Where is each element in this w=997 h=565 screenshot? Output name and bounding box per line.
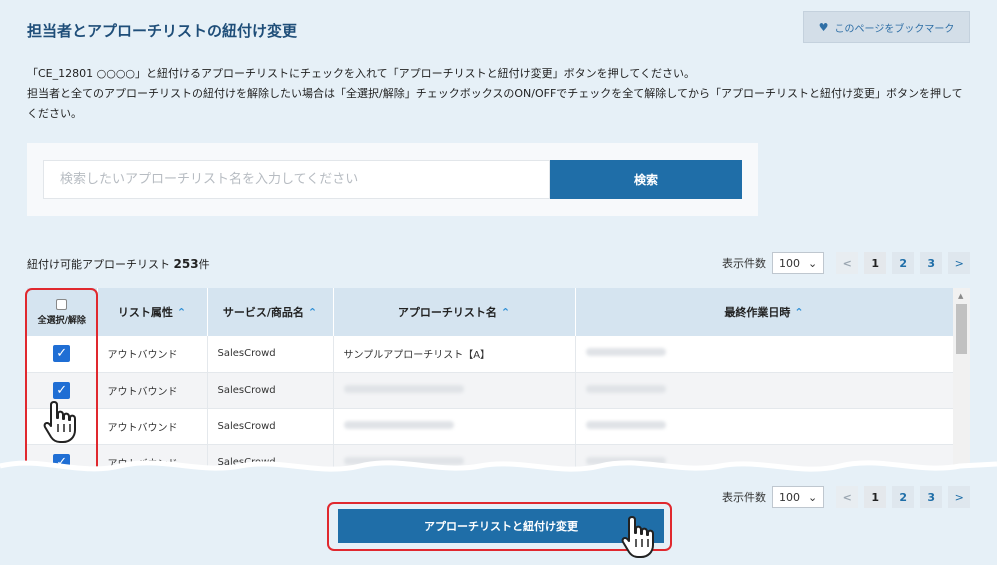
list-count-unit: 件 (198, 258, 210, 271)
chevron-down-icon: ⌄ (808, 490, 818, 504)
table-scrollbar[interactable]: ▲ (953, 288, 970, 468)
sort-icon[interactable]: ⌃ (308, 306, 317, 319)
header-last-updated[interactable]: 最終作業日時 ⌃ (575, 288, 954, 336)
cell-attribute: アウトバウンド (97, 336, 208, 373)
page-1[interactable]: 1 (864, 252, 887, 274)
pointer-hand-icon (621, 516, 654, 558)
pointer-hand-icon (43, 401, 76, 443)
pagination-top: 表示件数 100 ⌄ < 1 2 3 > (722, 252, 971, 274)
row-checkbox[interactable]: ✓ (53, 381, 71, 399)
scrollbar-thumb[interactable] (956, 304, 967, 354)
heart-icon: ♥ (818, 20, 829, 34)
list-count-value: 253 (173, 257, 199, 271)
change-link-button[interactable]: アプローチリストと紐付け変更 (338, 509, 664, 543)
per-page-label: 表示件数 (722, 491, 766, 504)
chevron-down-icon: ⌄ (808, 256, 818, 270)
search-input[interactable]: 検索したいアプローチリスト名を入力してください (43, 160, 550, 199)
blurred-date (585, 348, 666, 357)
header-service[interactable]: サービス/商品名 ⌃ (207, 288, 334, 336)
cell-service: SalesCrowd (207, 336, 334, 373)
table-row[interactable]: ✓ アウトバウンド SalesCrowd (27, 372, 954, 409)
header-list-name-label: アプローチリスト名 (397, 306, 497, 319)
list-count-label: 紐付け可能アプローチリスト (27, 258, 170, 271)
search-button[interactable]: 検索 (550, 160, 742, 199)
sort-icon[interactable]: ⌃ (794, 306, 803, 319)
blurred-date (585, 420, 666, 429)
cell-service: SalesCrowd (207, 372, 334, 409)
per-page-select[interactable]: 100 ⌄ (772, 252, 825, 274)
header-list-name[interactable]: アプローチリスト名 ⌃ (333, 288, 576, 336)
instruction-line-1: 「CE_12801 ○○○○」と紐付けるアプローチリストにチェックを入れて「アプ… (27, 67, 696, 80)
cell-attribute: アウトバウンド (97, 372, 208, 409)
header-last-updated-label: 最終作業日時 (724, 306, 791, 319)
page-2[interactable]: 2 (892, 486, 915, 508)
page-3[interactable]: 3 (920, 252, 943, 274)
header-attribute[interactable]: リスト属性 ⌃ (97, 288, 208, 336)
approach-list-table: 全選択/解除 リスト属性 ⌃ サービス/商品名 ⌃ アプローチリスト名 ⌃ 最終作業日… (27, 288, 970, 468)
blurred-list-name (343, 420, 454, 429)
prev-page-button[interactable]: < (836, 252, 859, 274)
table-header: 全選択/解除 リスト属性 ⌃ サービス/商品名 ⌃ アプローチリスト名 ⌃ 最終作業日… (27, 288, 954, 336)
bookmark-button[interactable]: ♥ このページをブックマーク (803, 11, 970, 43)
bookmark-label: このページをブックマーク (834, 23, 955, 35)
instructions: 「CE_12801 ○○○○」と紐付けるアプローチリストにチェックを入れて「アプ… (27, 64, 972, 124)
page-1[interactable]: 1 (864, 486, 887, 508)
instruction-line-2: 担当者と全てのアプローチリストの紐付けを解除したい場合は「全選択/解除」チェック… (27, 87, 963, 120)
select-all-checkbox[interactable] (56, 298, 68, 310)
page-2[interactable]: 2 (892, 252, 915, 274)
torn-edge (0, 460, 997, 488)
row-checkbox[interactable]: ✓ (53, 345, 71, 363)
sort-icon[interactable]: ⌃ (177, 306, 186, 319)
cell-service: SalesCrowd (207, 408, 334, 445)
page-title: 担当者とアプローチリストの紐付け変更 (27, 22, 298, 40)
list-count: 紐付け可能アプローチリスト 253件 (27, 256, 210, 272)
next-page-button[interactable]: > (948, 252, 971, 274)
table-row[interactable]: ✓ アウトバウンド SalesCrowd サンプルアプローチリスト【A】 (27, 336, 954, 373)
per-page-value: 100 (779, 490, 800, 504)
scroll-up-icon[interactable]: ▲ (958, 292, 963, 300)
sort-icon[interactable]: ⌃ (501, 306, 510, 319)
select-all-label: 全選択/解除 (37, 315, 86, 326)
search-panel: 検索したいアプローチリスト名を入力してください 検索 (27, 143, 758, 216)
header-attribute-label: リスト属性 (117, 306, 173, 319)
table-row[interactable]: アウトバウンド SalesCrowd (27, 408, 954, 445)
cell-attribute: アウトバウンド (97, 408, 208, 445)
blurred-date (585, 384, 666, 393)
page-3[interactable]: 3 (920, 486, 943, 508)
cell-list-name: サンプルアプローチリスト【A】 (333, 336, 576, 373)
pagination-bottom: 表示件数 100 ⌄ < 1 2 3 > (722, 486, 971, 508)
next-page-button[interactable]: > (948, 486, 971, 508)
header-service-label: サービス/商品名 (222, 306, 304, 319)
blurred-list-name (343, 384, 464, 393)
per-page-select[interactable]: 100 ⌄ (772, 486, 825, 508)
header-select-all[interactable]: 全選択/解除 (27, 288, 98, 336)
per-page-label: 表示件数 (722, 257, 766, 270)
prev-page-button[interactable]: < (836, 486, 859, 508)
per-page-value: 100 (779, 256, 800, 270)
